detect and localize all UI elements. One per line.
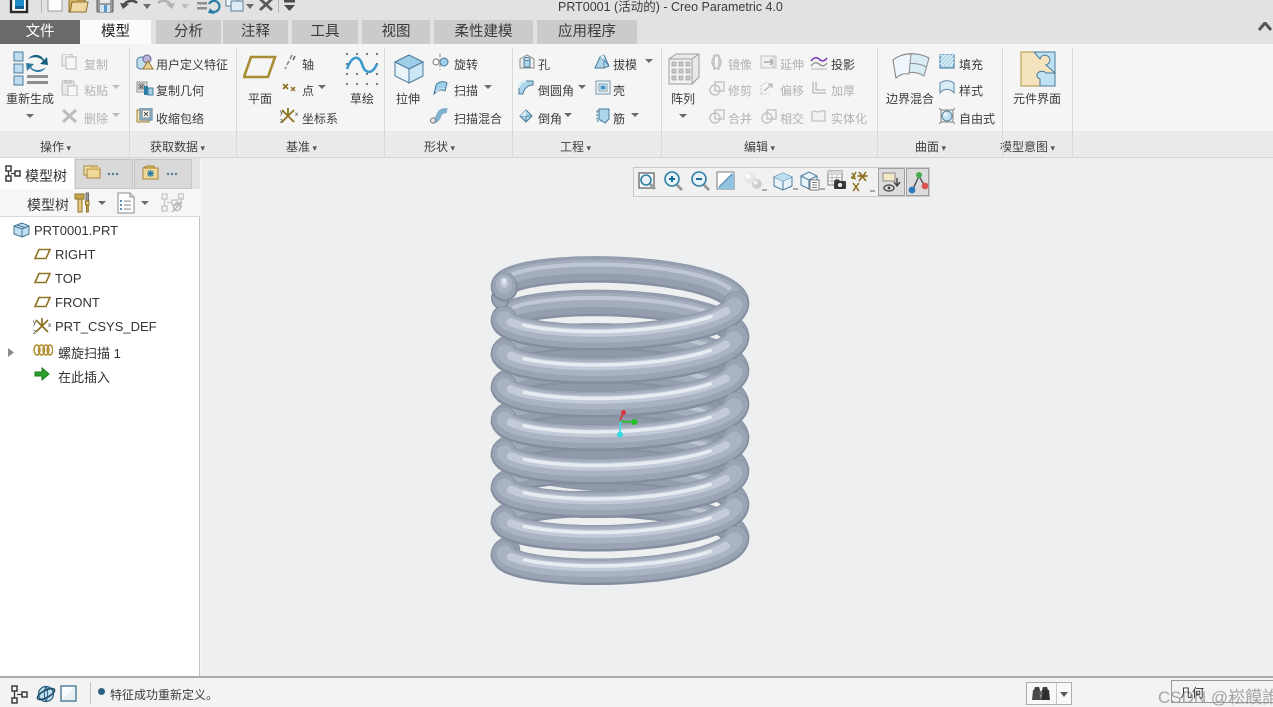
svg-text:z: z xyxy=(280,119,283,124)
svg-text:x: x xyxy=(48,322,52,329)
svg-text:y: y xyxy=(280,110,283,116)
svg-text:x: x xyxy=(295,112,298,118)
svg-text:z: z xyxy=(33,329,36,335)
